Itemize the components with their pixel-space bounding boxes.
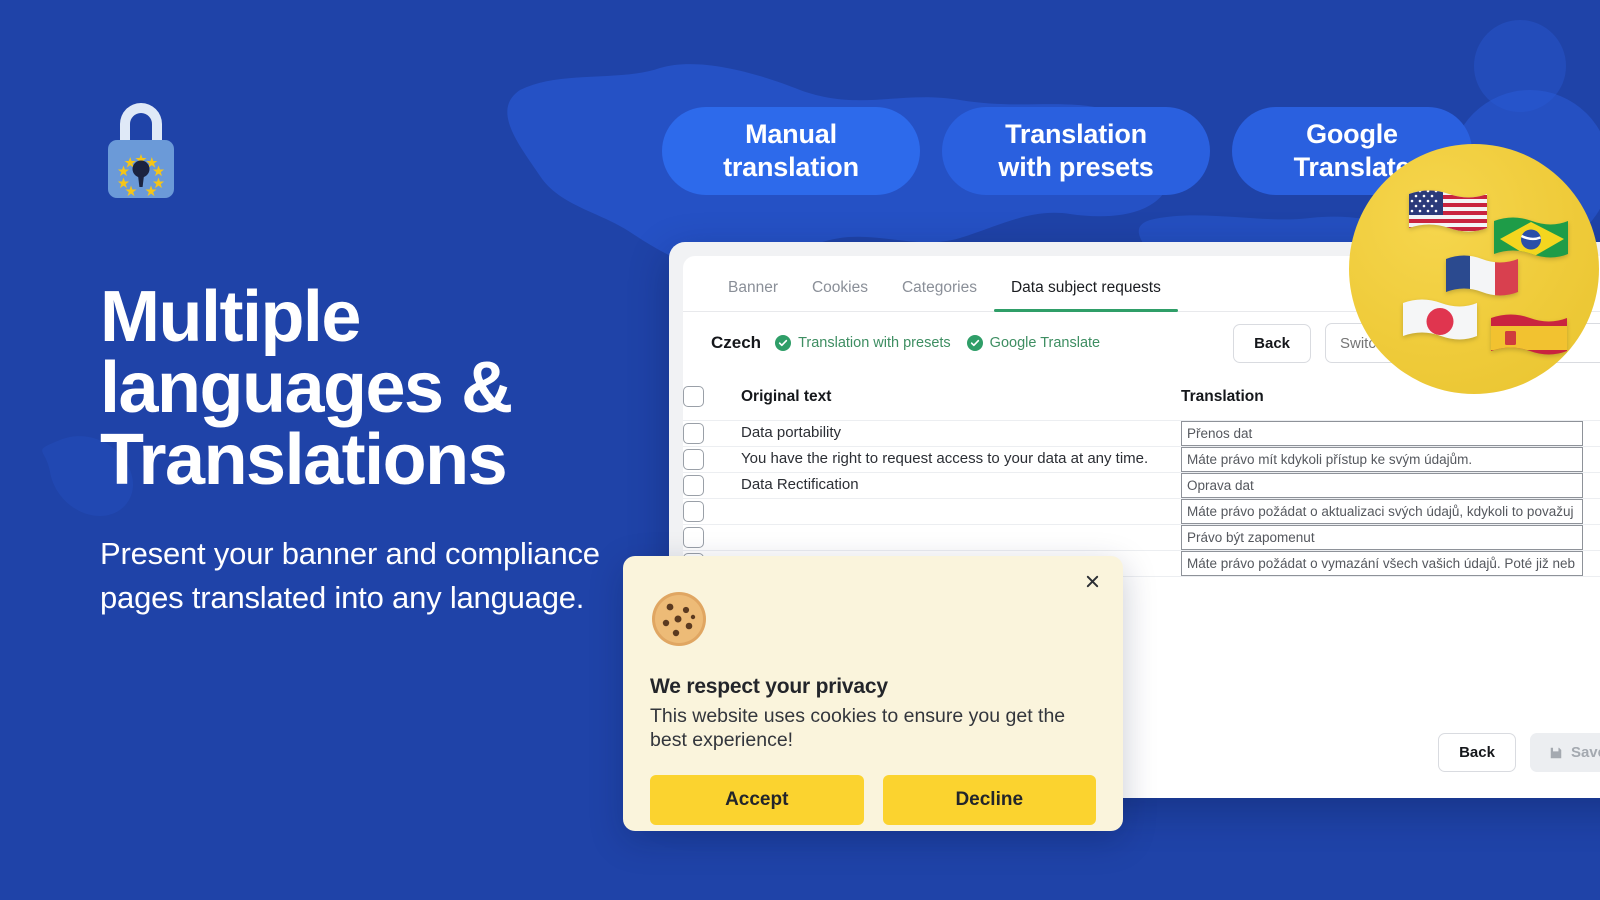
pill-manual-line1: Manual: [745, 119, 837, 150]
hero-title-line-2: languages &: [100, 348, 513, 429]
footer-save-label: Save: [1570, 744, 1600, 761]
badge-google-translate: Google Translate: [966, 335, 1101, 351]
page-title: Multiple languages & Translations: [100, 281, 640, 496]
cookie-banner-title: We respect your privacy: [650, 675, 888, 698]
feature-pills: Manual translation Translation with preset…: [662, 107, 1472, 195]
select-all-cell: [683, 374, 741, 421]
footer-back-button[interactable]: Back: [1438, 733, 1516, 772]
pill-translation-with-presets[interactable]: Translation with presets: [942, 107, 1210, 195]
row-translation-input[interactable]: [1181, 420, 1583, 446]
column-original-text: Original text: [741, 374, 1181, 421]
row-original-text: [741, 498, 1181, 524]
pill-presets-line2: with presets: [998, 152, 1154, 182]
badge-translation-with-presets: Translation with presets: [775, 335, 951, 351]
tab-banner[interactable]: Banner: [711, 279, 795, 311]
translations-table: Original text Translation Data portabili…: [683, 374, 1600, 577]
united-states-flag: [1407, 186, 1489, 242]
pill-presets-line1: Translation: [1005, 119, 1147, 150]
check-circle-icon: [966, 335, 983, 351]
accept-button[interactable]: Accept: [650, 774, 864, 825]
table-row: [683, 524, 1600, 550]
hero-copy: Multiple languages & Translations Presen…: [100, 281, 640, 620]
row-translation-input[interactable]: [1181, 498, 1583, 524]
hero-title-line-1: Multiple: [100, 277, 361, 357]
hero-subtitle: Present your banner and compliance pages…: [100, 535, 600, 615]
select-all-checkbox[interactable]: [683, 386, 704, 408]
tab-data-subject-requests[interactable]: Data subject requests: [993, 279, 1178, 312]
language-name: Czech: [711, 333, 762, 352]
row-checkbox[interactable]: [683, 422, 704, 444]
row-original-text: Data portability: [741, 424, 842, 442]
row-original-text: Data Rectification: [741, 476, 859, 494]
row-translation-input[interactable]: [1181, 472, 1583, 498]
pill-google-line1: Google: [1306, 119, 1398, 150]
row-checkbox[interactable]: [683, 448, 704, 470]
pill-manual-line2: translation: [723, 152, 859, 182]
column-translation: Translation: [1181, 374, 1600, 421]
cookie-banner-actions: Accept Decline: [650, 774, 1096, 825]
table-row: [683, 498, 1600, 524]
check-circle-icon: [775, 335, 792, 351]
row-translation-input[interactable]: [1181, 550, 1583, 576]
gdpr-padlock-icon: [108, 103, 174, 198]
table-row: Data portability: [683, 420, 1600, 446]
pill-manual-translation[interactable]: Manual translation: [662, 107, 920, 195]
close-icon[interactable]: [1079, 568, 1105, 594]
row-checkbox[interactable]: [683, 474, 704, 496]
tab-cookies[interactable]: Cookies: [795, 279, 885, 311]
table-row: You have the right to request access to …: [683, 446, 1600, 472]
decline-button[interactable]: Decline: [882, 774, 1096, 825]
footer-save-button[interactable]: Save: [1529, 733, 1600, 772]
badge-presets-label: Translation with presets: [798, 335, 951, 351]
cookie-banner-text: This website uses cookies to ensure you …: [650, 705, 1066, 752]
badge-google-label: Google Translate: [989, 335, 1101, 351]
row-translation-input[interactable]: [1181, 524, 1583, 550]
floppy-disk-icon: [1550, 747, 1562, 758]
row-original-text: [741, 524, 1181, 550]
header-back-button[interactable]: Back: [1233, 323, 1311, 363]
hero-title-line-3: Translations: [100, 419, 508, 500]
cookie-consent-banner: We respect your privacy This website use…: [623, 556, 1123, 831]
row-original-text: You have the right to request access to …: [741, 450, 1149, 468]
row-checkbox[interactable]: [683, 500, 704, 522]
spain-flag: [1489, 311, 1569, 365]
row-translation-input[interactable]: [1181, 446, 1583, 472]
row-checkbox[interactable]: [683, 526, 704, 548]
cookie-icon: [652, 592, 706, 646]
tab-categories[interactable]: Categories: [885, 279, 994, 311]
japan-flag: [1401, 296, 1479, 350]
flags-bubble: [1349, 144, 1599, 394]
table-row: Data Rectification: [683, 472, 1600, 498]
